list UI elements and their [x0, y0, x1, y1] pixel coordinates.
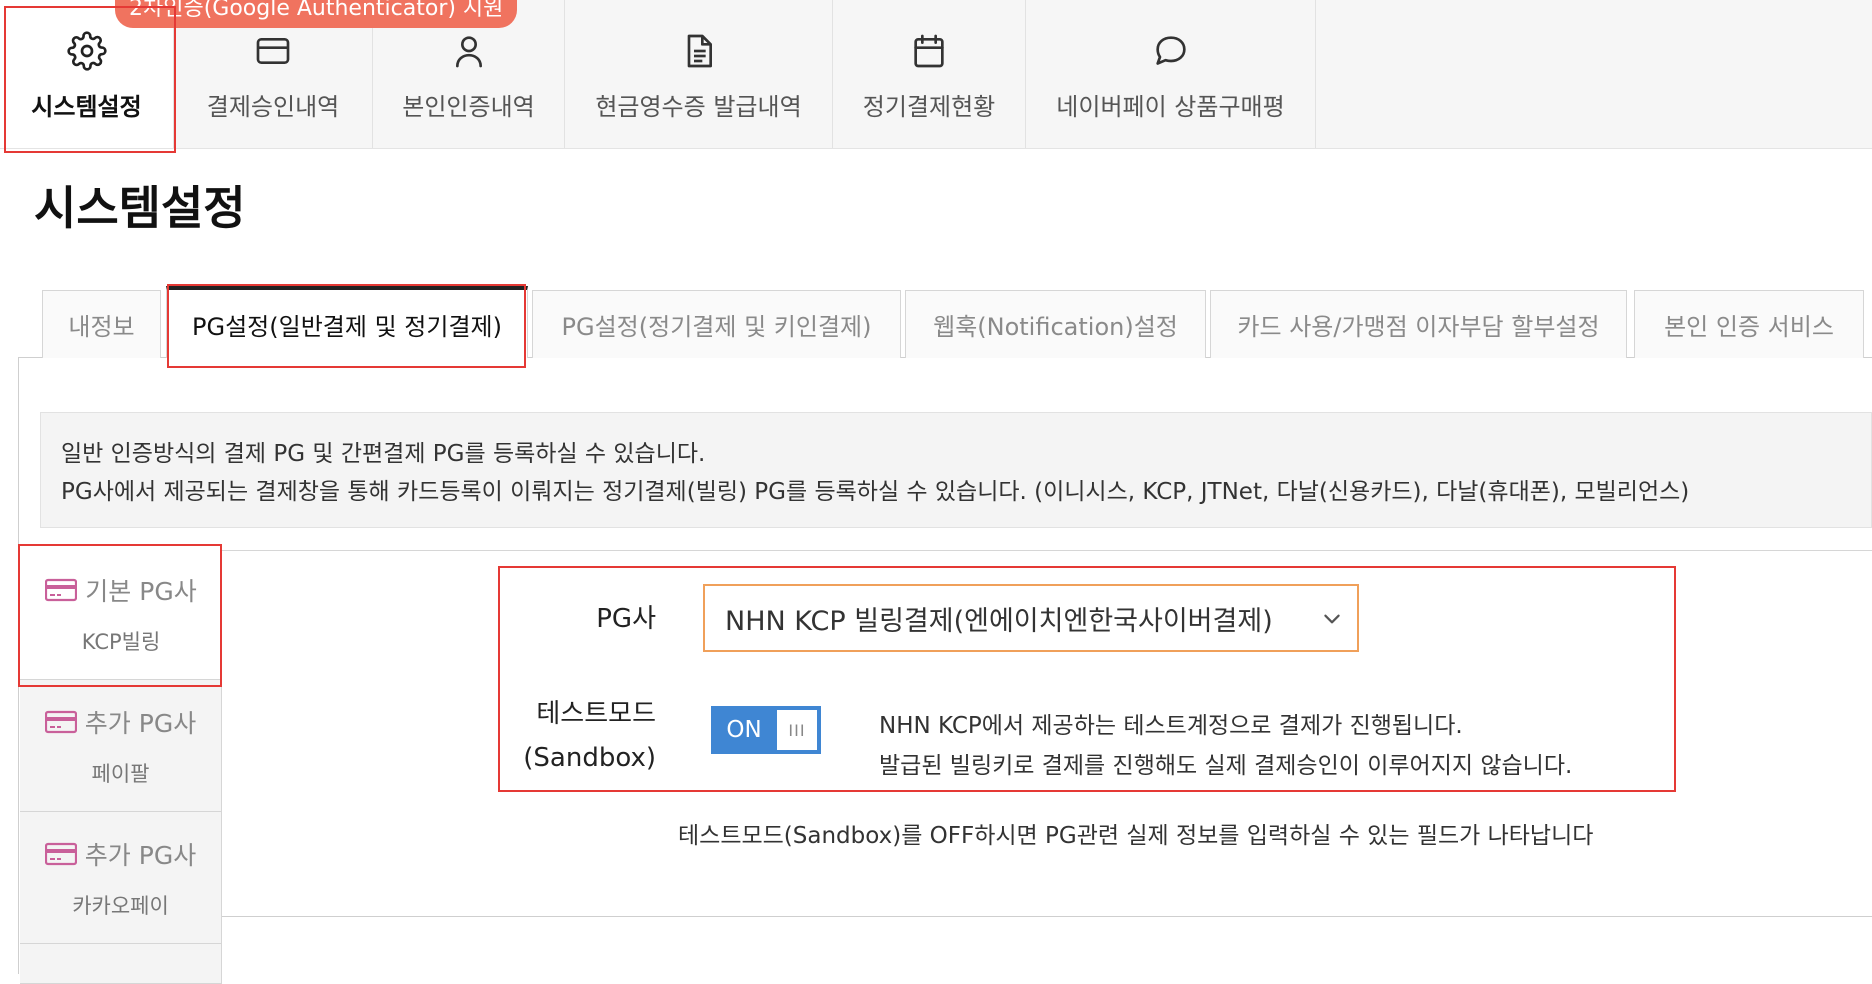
chevron-down-icon: [1324, 614, 1340, 624]
test-mode-desc-line-1: NHN KCP에서 제공하는 테스트계정으로 결제가 진행됩니다.: [879, 713, 1463, 739]
test-mode-label-line-1: 테스트모드: [536, 699, 656, 729]
test-mode-toggle[interactable]: ON III: [711, 706, 821, 754]
pg-item-additional[interactable]: 추가 PG사 카카오페이: [20, 812, 222, 944]
panel-left-border: [18, 357, 19, 974]
pg-item-additional[interactable]: 추가 PG사 페이팔: [20, 680, 222, 812]
toggle-knob: III: [777, 710, 817, 750]
nav-label: 네이버페이 상품구매평: [1056, 92, 1285, 121]
nav-label: 현금영수증 발급내역: [595, 92, 802, 121]
document-icon: [687, 34, 712, 67]
content-divider: [18, 550, 1872, 551]
nav-recurring-payments[interactable]: 정기결제현황: [833, 0, 1026, 148]
test-mode-label-line-2: (Sandbox): [523, 743, 656, 773]
test-mode-desc-line-2: 발급된 빌링키로 결제를 진행해도 실제 결제승인이 이루어지지 않습니다.: [879, 753, 1573, 779]
top-navigation: 시스템설정 결제승인내역 본인인증내역 현금영수증 발급내역 정기결제현황 네이…: [0, 0, 1872, 149]
nav-label: 시스템설정: [31, 92, 142, 121]
user-icon: [455, 35, 482, 67]
tab-pg-keyin[interactable]: PG설정(정기결제 및 키인결제): [532, 290, 901, 358]
pg-list: 기본 PG사 KCP빌링 추가 PG사 페이팔 추가 PG사 카카오페이: [20, 548, 222, 984]
content-bottom-border: [222, 916, 1872, 917]
credit-card-icon: [44, 842, 77, 865]
info-box: 일반 인증방식의 결제 PG 및 간편결제 PG를 등록하실 수 있습니다. P…: [40, 412, 1872, 528]
tab-pg-general[interactable]: PG설정(일반결제 및 정기결제): [166, 286, 528, 358]
tab-identity-service[interactable]: 본인 인증 서비스: [1634, 290, 1864, 358]
test-mode-label: 테스트모드 (Sandbox): [520, 692, 656, 780]
two-factor-badge: 2차인증(Google Authenticator) 지원: [115, 0, 518, 28]
pg-company-value: NHN KCP 빌링결제(엔에이치엔한국사이버결제): [725, 605, 1273, 637]
page-title: 시스템설정: [34, 181, 246, 235]
info-line-2: PG사에서 제공되는 결제창을 통해 카드등록이 이뤄지는 정기결제(빌링) P…: [61, 479, 1690, 505]
nav-naverpay-reviews[interactable]: 네이버페이 상품구매평: [1026, 0, 1316, 148]
pg-item-title: 추가 PG사: [84, 840, 197, 870]
pg-item-default[interactable]: 기본 PG사 KCP빌링: [20, 548, 222, 680]
nav-label: 본인인증내역: [402, 92, 535, 121]
tab-card-installment[interactable]: 카드 사용/가맹점 이자부담 할부설정: [1210, 290, 1627, 358]
pg-item-more[interactable]: [20, 944, 222, 984]
pg-item-name: 페이팔: [91, 761, 150, 786]
credit-card-icon: [45, 578, 78, 601]
toggle-on-label: ON: [726, 717, 762, 743]
sandbox-note: 테스트모드(Sandbox)를 OFF하시면 PG관련 실제 정보를 입력하실 …: [678, 823, 1594, 849]
pg-item-title: 기본 PG사: [85, 576, 197, 606]
credit-card-icon: [256, 37, 290, 64]
nav-cash-receipts[interactable]: 현금영수증 발급내역: [565, 0, 833, 148]
tab-my-info[interactable]: 내정보: [42, 290, 161, 358]
pg-company-select[interactable]: NHN KCP 빌링결제(엔에이치엔한국사이버결제): [703, 584, 1359, 652]
pg-item-name: 카카오페이: [72, 893, 169, 918]
tab-webhook[interactable]: 웹훅(Notification)설정: [905, 290, 1206, 358]
nav-label: 결제승인내역: [206, 92, 340, 121]
nav-label: 정기결제현황: [862, 92, 996, 121]
test-mode-description: NHN KCP에서 제공하는 테스트계정으로 결제가 진행됩니다. 발급된 빌링…: [879, 706, 1572, 786]
calendar-icon: [914, 34, 944, 67]
pg-company-label: PG사: [596, 604, 656, 634]
info-line-1: 일반 인증방식의 결제 PG 및 간편결제 PG를 등록하실 수 있습니다.: [61, 441, 706, 467]
pg-item-name: KCP빌링: [81, 629, 161, 654]
pg-item-title: 추가 PG사: [84, 708, 197, 738]
credit-card-icon: [44, 710, 77, 733]
gear-icon: [66, 30, 107, 71]
speech-bubble-icon: [1155, 35, 1186, 65]
